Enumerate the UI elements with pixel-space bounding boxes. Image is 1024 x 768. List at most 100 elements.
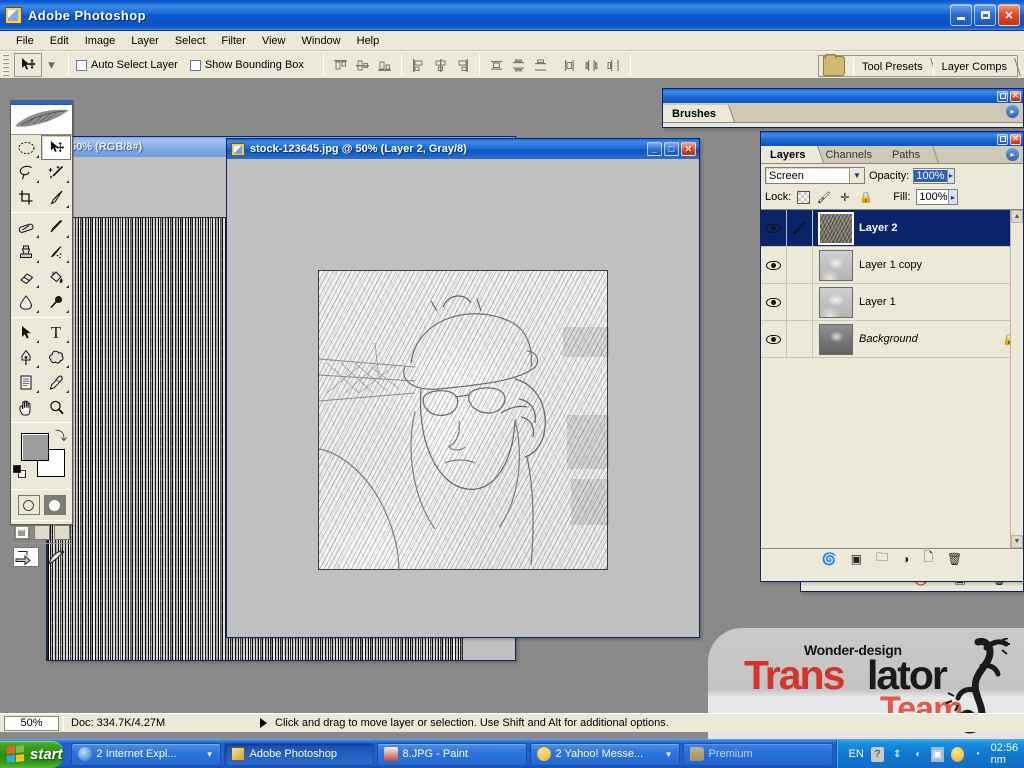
scroll-up-arrow-icon[interactable]: ▲	[1011, 210, 1023, 223]
standard-screen-mode-button[interactable]: ▤	[13, 525, 30, 540]
crop-tool[interactable]	[11, 185, 41, 210]
path-selection-tool[interactable]	[11, 320, 41, 345]
layers-palette[interactable]: ✕ Layers Channels Paths ▸ Screen ▼ Opaci…	[760, 131, 1024, 582]
brushes-palette[interactable]: ✕ Brushes ▸	[662, 88, 1024, 128]
document-maximize-button[interactable]: □	[664, 142, 679, 156]
jump-to-imageready-icon[interactable]	[13, 547, 39, 567]
scroll-down-arrow-icon[interactable]: ▼	[1011, 535, 1023, 548]
start-button[interactable]: start	[0, 740, 63, 768]
align-horizontal-centers-icon[interactable]	[431, 56, 450, 75]
pen-tool[interactable]	[11, 345, 41, 370]
taskbar-button-paint[interactable]: 8.JPG - Paint	[376, 742, 527, 766]
lock-all-icon[interactable]: 🔒	[858, 190, 873, 205]
swap-colors-icon[interactable]: ⤵	[55, 427, 67, 444]
lock-transparent-pixels-icon[interactable]	[797, 190, 811, 204]
distribute-vertical-centers-icon[interactable]	[509, 56, 528, 75]
blur-tool[interactable]	[11, 290, 41, 315]
layers-palette-title-bar[interactable]: ✕	[761, 132, 1023, 146]
document-window-active[interactable]: stock-123645.jpg @ 50% (Layer 2, Gray/8)…	[226, 138, 700, 638]
move-tool-icon[interactable]	[14, 53, 42, 77]
taskbar-button-internet-explorer[interactable]: 2 Internet Expl... ▼	[70, 742, 221, 766]
quick-mask-mode-button[interactable]	[43, 495, 66, 515]
lock-image-pixels-icon[interactable]: 🖌	[816, 190, 831, 205]
chevron-down-icon[interactable]: ▼	[665, 750, 673, 759]
eyedropper-tool[interactable]	[41, 370, 71, 395]
lock-position-icon[interactable]: ✛	[837, 190, 852, 205]
layer-thumbnail[interactable]	[819, 286, 853, 318]
menu-edit[interactable]: Edit	[42, 33, 77, 49]
add-layer-mask-icon[interactable]: ▣	[851, 552, 862, 566]
layer-thumbnail[interactable]	[818, 211, 854, 245]
distribute-top-edges-icon[interactable]	[487, 56, 506, 75]
healing-brush-tool[interactable]	[11, 215, 41, 240]
layer-visibility-toggle[interactable]	[761, 283, 787, 321]
brushes-palette-menu-icon[interactable]: ▸	[1006, 105, 1019, 118]
distribute-bottom-edges-icon[interactable]	[531, 56, 550, 75]
distribute-horizontal-centers-icon[interactable]	[582, 56, 601, 75]
eraser-tool[interactable]	[11, 265, 41, 290]
document-close-button[interactable]: ✕	[681, 142, 696, 156]
options-bar-grip[interactable]	[2, 54, 9, 76]
distribute-right-edges-icon[interactable]	[604, 56, 623, 75]
menu-select[interactable]: Select	[167, 33, 214, 49]
file-browser-icon[interactable]	[823, 54, 846, 76]
lasso-tool[interactable]	[11, 160, 41, 185]
help-icon[interactable]: ?	[870, 746, 884, 762]
opacity-spinner-icon[interactable]: ▸	[946, 168, 955, 183]
align-bottom-edges-icon[interactable]	[375, 56, 394, 75]
brushes-close-button[interactable]: ✕	[1010, 90, 1021, 102]
menu-filter[interactable]: Filter	[213, 33, 253, 49]
slice-tool[interactable]	[41, 185, 71, 210]
brush-preview-icon[interactable]	[44, 547, 70, 567]
full-screen-mode-button[interactable]	[53, 525, 70, 540]
chevron-down-icon[interactable]: ▼	[849, 168, 864, 183]
standard-mask-mode-button[interactable]	[17, 495, 40, 515]
auto-select-layer-checkbox[interactable]: Auto Select Layer	[76, 59, 178, 71]
menu-view[interactable]: View	[254, 33, 294, 49]
tab-channels[interactable]: Channels	[816, 146, 883, 163]
minimize-button[interactable]	[950, 4, 972, 26]
custom-shape-tool[interactable]	[41, 345, 71, 370]
language-indicator[interactable]: EN	[849, 748, 864, 760]
menu-file[interactable]: File	[8, 33, 42, 49]
full-screen-with-menubar-button[interactable]	[33, 525, 50, 540]
maximize-button[interactable]	[974, 4, 996, 26]
align-left-edges-icon[interactable]	[409, 56, 428, 75]
tool-presets-tab[interactable]: Tool Presets	[853, 58, 933, 76]
layers-close-button[interactable]: ✕	[1010, 133, 1021, 145]
menu-image[interactable]: Image	[77, 33, 124, 49]
taskbar-button-premium[interactable]: Premium	[682, 742, 833, 766]
menu-help[interactable]: Help	[349, 33, 388, 49]
taskbar-button-yahoo-messenger[interactable]: 2 Yahoo! Messe... ▼	[529, 742, 680, 766]
layer-thumbnail[interactable]	[819, 323, 853, 355]
dodge-tool[interactable]	[41, 290, 71, 315]
hand-tool[interactable]	[11, 395, 41, 420]
tab-paths[interactable]: Paths	[882, 146, 932, 163]
align-top-edges-icon[interactable]	[331, 56, 350, 75]
layer-thumbnail[interactable]	[819, 249, 853, 281]
new-layer-icon[interactable]: 🗋	[923, 548, 933, 569]
type-tool[interactable]: T	[41, 320, 71, 345]
taskbar-button-photoshop[interactable]: Adobe Photoshop	[223, 742, 374, 766]
layer-active-brush-icon[interactable]: 🖌	[787, 210, 813, 247]
toolbox-palette[interactable]: T ⤵ ▤	[10, 100, 73, 567]
table-row[interactable]: Layer 1	[761, 283, 1023, 321]
clock[interactable]: 02:56 nm	[991, 742, 1024, 766]
zoom-level-input[interactable]: 50%	[4, 715, 59, 731]
brushes-minimize-button[interactable]	[997, 90, 1008, 102]
history-brush-tool[interactable]	[41, 240, 71, 265]
layer-link-column[interactable]	[787, 283, 813, 321]
notes-tool[interactable]	[11, 370, 41, 395]
delete-layer-icon[interactable]: 🗑	[947, 552, 962, 566]
menu-window[interactable]: Window	[294, 33, 349, 49]
fill-input[interactable]: 100% ▸	[916, 189, 959, 205]
show-bounding-box-checkbox[interactable]: Show Bounding Box	[189, 59, 304, 71]
tab-layers[interactable]: Layers	[761, 146, 817, 163]
foreground-color-swatch[interactable]	[21, 433, 49, 461]
paint-bucket-tool[interactable]	[41, 265, 71, 290]
chevron-down-icon[interactable]: ▼	[206, 750, 214, 759]
menu-layer[interactable]: Layer	[123, 33, 167, 49]
layer-visibility-toggle[interactable]	[761, 210, 787, 247]
move-tool[interactable]	[41, 135, 71, 160]
document-title-bar-active[interactable]: stock-123645.jpg @ 50% (Layer 2, Gray/8)…	[227, 139, 699, 159]
